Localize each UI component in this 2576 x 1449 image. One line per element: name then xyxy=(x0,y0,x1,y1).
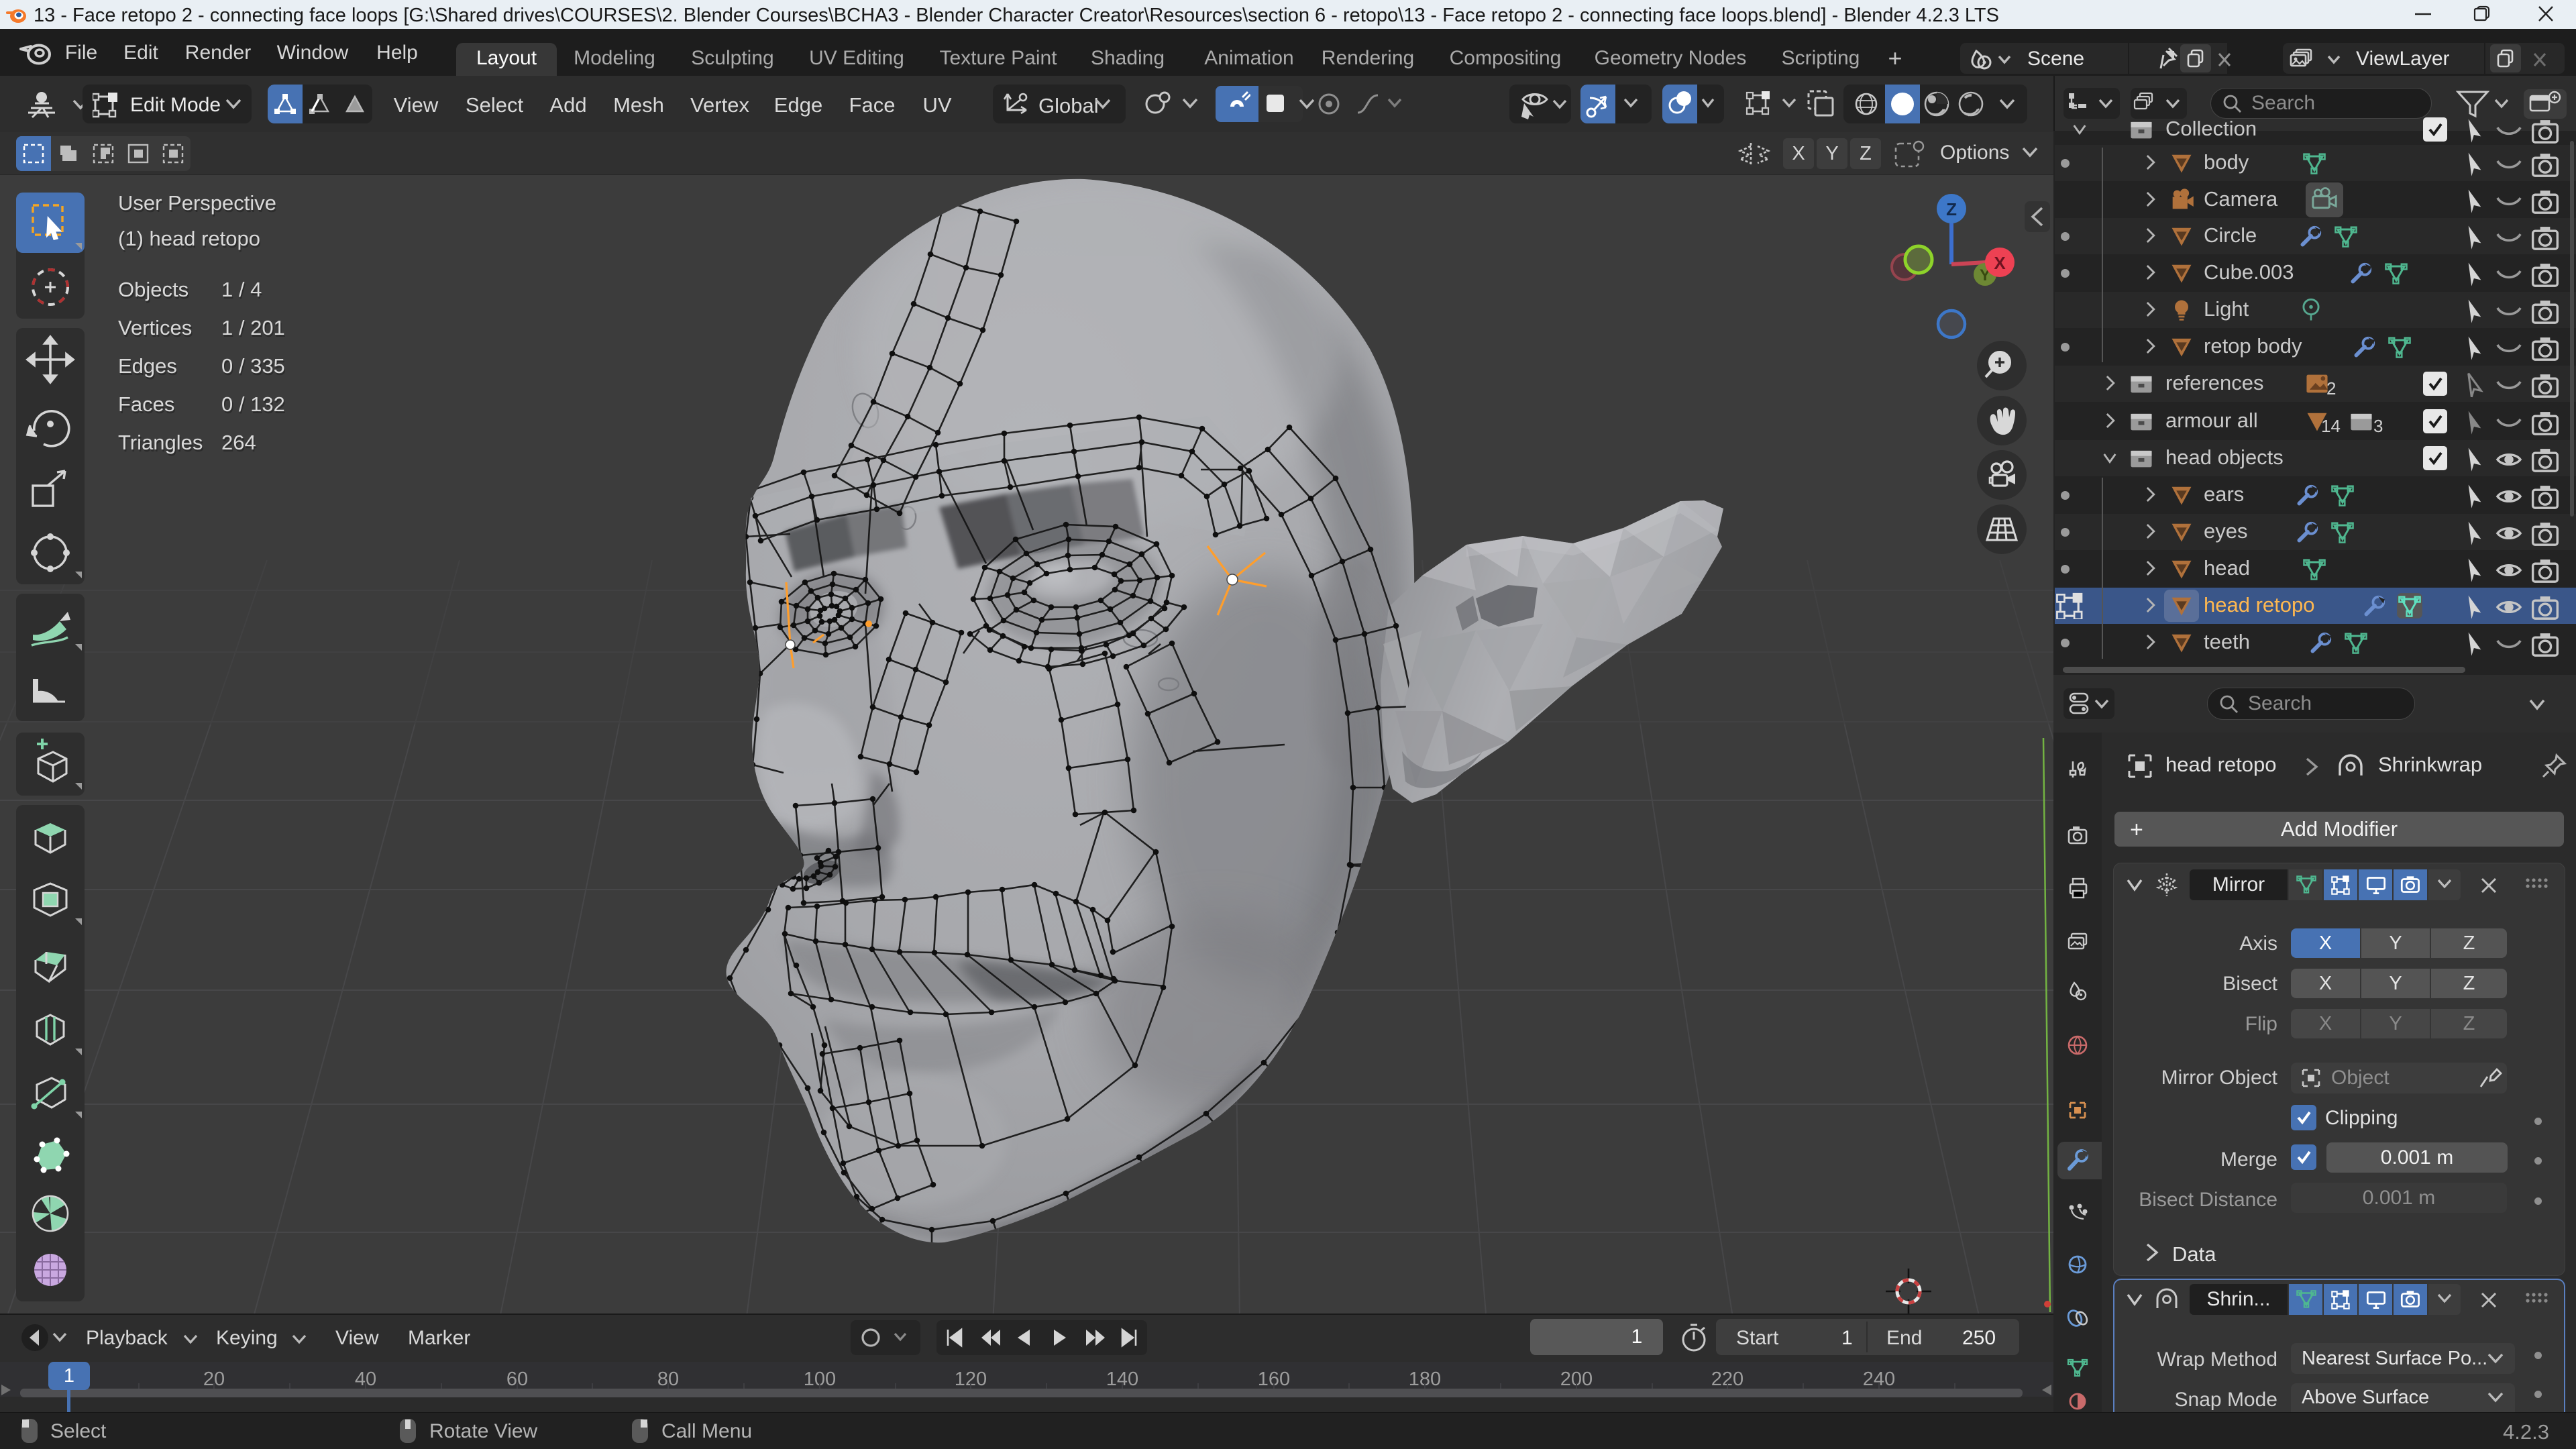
svg-text:Triangles: Triangles xyxy=(118,431,203,454)
svg-text:Objects: Objects xyxy=(118,278,189,301)
svg-text:X: X xyxy=(1994,253,2006,273)
svg-text:Z: Z xyxy=(1946,199,1957,219)
svg-text:0 / 335: 0 / 335 xyxy=(221,354,285,378)
svg-text:1 / 4: 1 / 4 xyxy=(221,278,262,301)
svg-text:User Perspective: User Perspective xyxy=(118,191,276,215)
svg-text:0 / 132: 0 / 132 xyxy=(221,392,285,416)
svg-text:(1) head retopo: (1) head retopo xyxy=(118,227,260,250)
svg-text:1 / 201: 1 / 201 xyxy=(221,316,285,339)
svg-text:Edges: Edges xyxy=(118,354,177,378)
svg-text:Vertices: Vertices xyxy=(118,316,192,339)
svg-text:Faces: Faces xyxy=(118,392,174,416)
svg-text:264: 264 xyxy=(221,431,256,454)
